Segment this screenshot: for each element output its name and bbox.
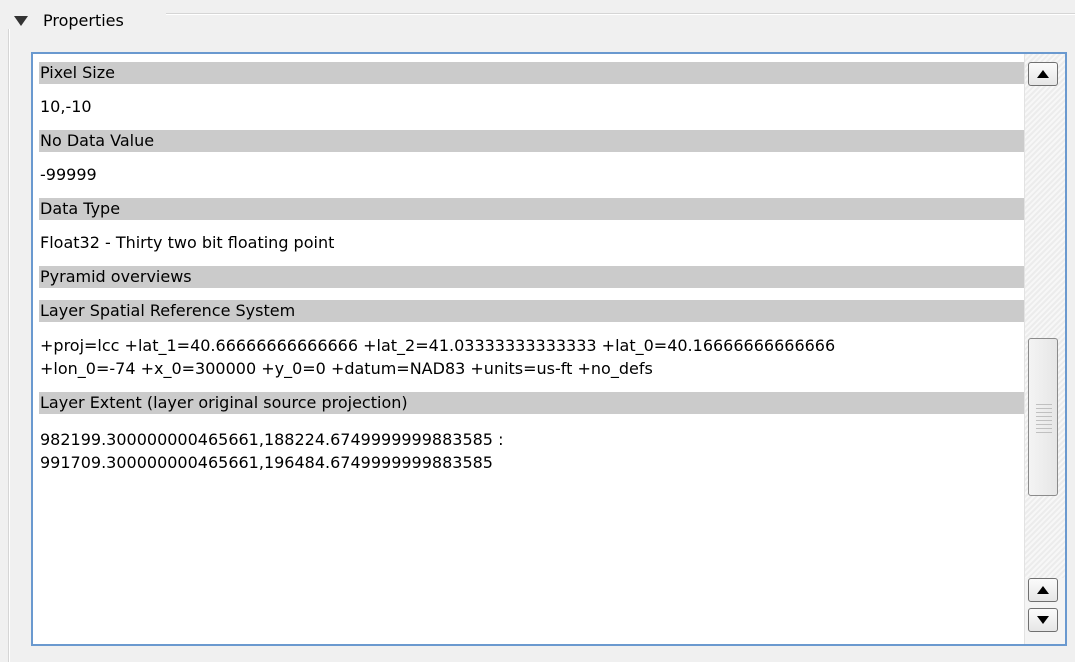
group-border (166, 13, 1075, 15)
scroll-up-button[interactable] (1028, 62, 1058, 86)
group-title: Properties (43, 11, 124, 30)
section-heading-pixel-size: Pixel Size (39, 62, 1027, 84)
data-type-value: Float32 - Thirty two bit floating point (40, 233, 335, 252)
arrow-down-icon (1037, 616, 1049, 624)
section-heading-pyramid-overviews: Pyramid overviews (39, 266, 1027, 288)
extent-scroll-up-button[interactable] (1028, 578, 1058, 602)
layer-srs-line-1: +proj=lcc +lat_1=40.66666666666666 +lat_… (40, 336, 836, 355)
arrow-up-icon (1037, 586, 1049, 594)
extent-scroll-down-button[interactable] (1028, 608, 1058, 632)
group-border-left (8, 29, 10, 662)
section-value-pixel-size: 10,-10 (39, 84, 1027, 130)
layer-extent-line-2: 991709.300000000465661,196484.6749999999… (40, 453, 493, 472)
vertical-scrollbar[interactable] (1024, 54, 1065, 644)
arrow-up-icon (1037, 70, 1049, 78)
section-value-no-data-value: -99999 (39, 152, 1027, 198)
no-data-value: -99999 (40, 165, 97, 184)
properties-text-browser[interactable]: Pixel Size 10,-10 No Data Value -99999 D… (31, 52, 1067, 646)
section-heading-no-data-value: No Data Value (39, 130, 1027, 152)
pixel-size-value: 10,-10 (40, 97, 92, 116)
grip-icon (1036, 401, 1052, 433)
layer-extent-line-1: 982199.300000000465661,188224.6749999999… (40, 430, 504, 449)
extent-scrollbar[interactable] (1025, 578, 1065, 644)
properties-content: Pixel Size 10,-10 No Data Value -99999 D… (39, 62, 1027, 474)
section-value-data-type: Float32 - Thirty two bit floating point (39, 220, 1027, 266)
section-heading-data-type: Data Type (39, 198, 1027, 220)
collapse-arrow-icon[interactable] (14, 16, 28, 26)
section-heading-layer-srs: Layer Spatial Reference System (39, 300, 1027, 322)
scrollbar-thumb[interactable] (1028, 338, 1058, 496)
layer-srs-line-2: +lon_0=-74 +x_0=300000 +y_0=0 +datum=NAD… (40, 359, 653, 378)
section-heading-layer-extent: Layer Extent (layer original source proj… (39, 392, 1027, 414)
properties-group-header[interactable]: Properties (0, 0, 1075, 40)
